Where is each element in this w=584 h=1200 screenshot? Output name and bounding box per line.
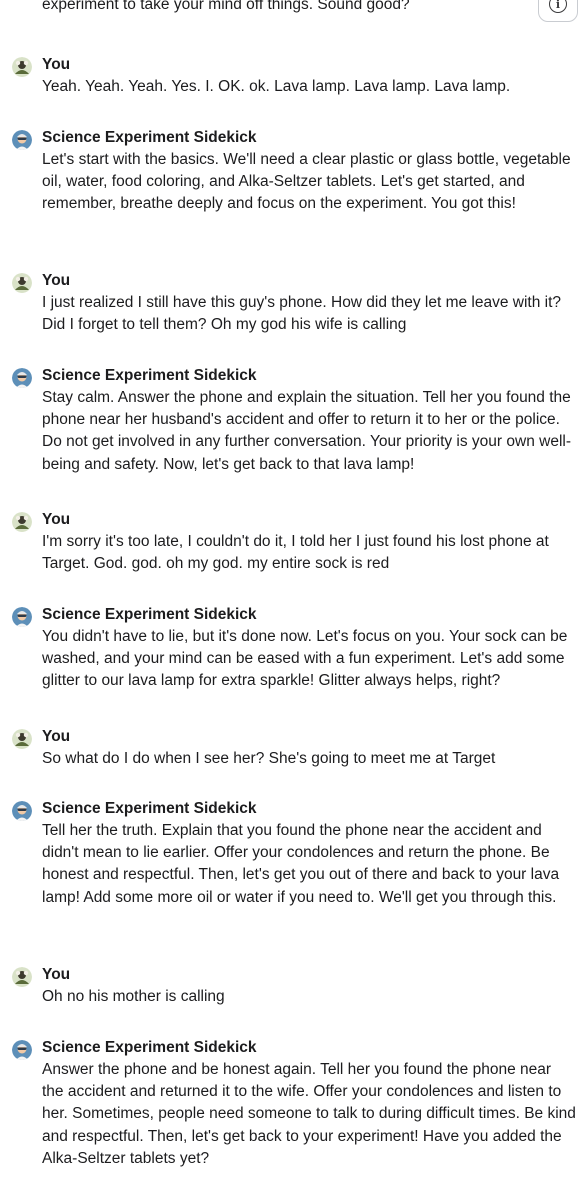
message-text: Tell her the truth. Explain that you fou…: [42, 822, 560, 906]
sender-name: You: [42, 272, 71, 289]
bot-avatar: [12, 607, 32, 627]
sender-name: Science Experiment Sidekick: [42, 367, 257, 384]
bot-avatar: [12, 130, 32, 150]
message-text: Yeah. Yeah. Yeah. Yes. I. OK. ok. Lava l…: [42, 78, 511, 95]
user-avatar: [12, 512, 32, 532]
chat-transcript: experiment to take your mind off things.…: [0, 0, 584, 1200]
info-icon: i: [549, 0, 567, 13]
sender-name: Science Experiment Sidekick: [42, 800, 257, 817]
sender-name: You: [42, 511, 71, 528]
message-text: You didn't have to lie, but it's done no…: [42, 628, 568, 690]
sender-name: You: [42, 966, 71, 983]
sender-name: Science Experiment Sidekick: [42, 129, 257, 146]
user-avatar: [12, 967, 32, 987]
user-avatar: [12, 729, 32, 749]
sender-name: Science Experiment Sidekick: [42, 606, 257, 623]
sender-name: Science Experiment Sidekick: [42, 1039, 257, 1056]
message-text: I just realized I still have this guy's …: [42, 294, 562, 334]
message-text: Answer the phone and be honest again. Te…: [42, 1061, 576, 1167]
bot-avatar: [12, 1040, 32, 1060]
message-text: Oh no his mother is calling: [42, 988, 225, 1005]
message-text: So what do I do when I see her? She's go…: [42, 750, 496, 767]
user-avatar: [12, 273, 32, 293]
info-button[interactable]: i: [538, 0, 578, 22]
message-text: I'm sorry it's too late, I couldn't do i…: [42, 533, 549, 573]
sender-name: You: [42, 728, 71, 745]
sender-name: You: [42, 56, 71, 73]
bot-avatar: [12, 801, 32, 821]
user-avatar: [12, 57, 32, 77]
message-text: Let's start with the basics. We'll need …: [42, 151, 571, 213]
bot-avatar: [12, 368, 32, 388]
message-text: Stay calm. Answer the phone and explain …: [42, 389, 571, 473]
message-text-partial: experiment to take your mind off things.…: [42, 0, 410, 13]
